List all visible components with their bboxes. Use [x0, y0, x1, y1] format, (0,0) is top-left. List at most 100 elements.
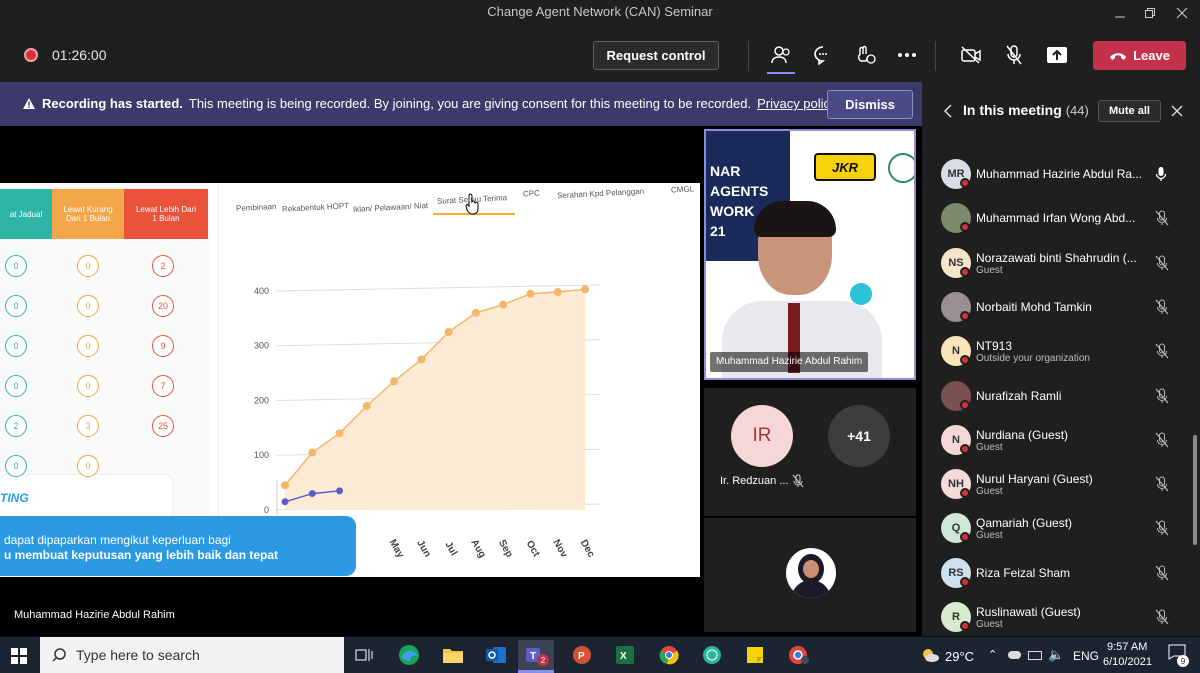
participant-row[interactable]: N NT913 Outside your organization	[922, 329, 1192, 373]
network-icon[interactable]	[1028, 651, 1042, 660]
task-view-icon[interactable]	[346, 640, 382, 670]
volume-icon[interactable]: 🔈	[1048, 647, 1064, 663]
mic-off-icon[interactable]	[1155, 210, 1169, 226]
participant-row[interactable]: Q Qamariah (Guest) Guest	[922, 506, 1192, 550]
table-value: 3	[77, 415, 99, 437]
presence-status-icon	[960, 621, 970, 631]
participant-name: Qamariah (Guest)	[976, 516, 1073, 531]
data-point	[581, 285, 589, 294]
more-participants-button[interactable]: +41	[828, 405, 890, 467]
excel-icon[interactable]: X	[607, 640, 643, 670]
banner-bold: Recording has started.	[42, 96, 183, 111]
table-value: 2	[5, 415, 27, 437]
participant-row[interactable]: NS Norazawati binti Shahrudin (... Guest	[922, 241, 1192, 285]
temperature[interactable]: 29°C	[945, 649, 974, 664]
participant-row[interactable]: RS Riza Feizal Sham	[922, 551, 1192, 595]
cloud-icon[interactable]	[1008, 651, 1021, 659]
x-tick-label: Jun	[414, 538, 432, 559]
participant-row[interactable]: Nurafizah Ramli	[922, 374, 1192, 418]
grid-line	[276, 284, 601, 292]
powerpoint-icon[interactable]: P	[564, 640, 600, 670]
participant-name: Norbaiti Mohd Tamkin	[976, 299, 1092, 314]
ir-avatar[interactable]: IR	[731, 405, 793, 467]
mic-off-icon[interactable]	[1155, 609, 1169, 625]
app-globe-icon[interactable]	[694, 640, 730, 670]
data-point	[444, 328, 453, 337]
weather-icon[interactable]	[920, 646, 940, 664]
chat-icon[interactable]	[809, 42, 837, 68]
presenter-video-tile[interactable]: NAR AGENTS WORK 21 JKR	[704, 129, 916, 380]
teams-icon[interactable]: T	[518, 640, 554, 670]
mic-off-icon[interactable]	[1000, 42, 1028, 68]
leave-button[interactable]: Leave	[1093, 41, 1186, 70]
mic-off-icon[interactable]	[1155, 520, 1169, 536]
data-point	[390, 377, 399, 386]
x-tick-label: Nov	[550, 538, 569, 560]
share-screen-icon[interactable]	[1043, 42, 1071, 68]
participant-role: Guest	[976, 441, 1003, 453]
more-options-icon[interactable]	[893, 42, 921, 68]
chart-tab[interactable]: CPC	[523, 189, 540, 199]
tray-chevron-icon[interactable]: ⌃	[988, 648, 997, 661]
mic-off-icon[interactable]	[1155, 432, 1169, 448]
participant-name: Muhammad Hazirie Abdul Ra...	[976, 167, 1143, 181]
participant-row[interactable]: Norbaiti Mohd Tamkin	[922, 285, 1192, 329]
participant-role: Guest	[976, 619, 1003, 630]
participant-count: (44)	[1065, 103, 1089, 118]
panel-scrollbar[interactable]	[1193, 435, 1197, 545]
table-value: 0	[77, 375, 99, 397]
chrome-icon[interactable]	[651, 640, 687, 670]
outlook-icon[interactable]	[478, 640, 514, 670]
sticky-notes-icon[interactable]	[737, 640, 773, 670]
mic-off-icon[interactable]	[1155, 299, 1169, 315]
reactions-icon[interactable]	[851, 42, 879, 68]
participant-name: Muhammad Irfan Wong Abd...	[976, 211, 1136, 226]
file-explorer-icon[interactable]	[435, 640, 471, 670]
language-indicator[interactable]: ENG	[1073, 649, 1099, 663]
chart-tab[interactable]: CMGL	[671, 184, 695, 194]
request-control-button[interactable]: Request control	[593, 41, 719, 70]
participant-row[interactable]: N Nurdiana (Guest) Guest	[922, 418, 1192, 462]
meeting-toolbar: 01:26:00 Request control Leave	[0, 28, 1200, 82]
chrome-profile-icon[interactable]	[781, 640, 817, 670]
mic-off-icon[interactable]	[1155, 255, 1169, 271]
mute-all-button[interactable]: Mute all	[1098, 100, 1161, 122]
participant-row[interactable]: R Ruslinawati (Guest) Guest	[922, 595, 1192, 639]
clock-time[interactable]: 9:57 AM	[1107, 641, 1147, 653]
self-avatar	[786, 548, 836, 598]
camera-off-icon[interactable]	[957, 42, 985, 68]
clock-date[interactable]: 6/10/2021	[1103, 656, 1152, 668]
mic-off-icon[interactable]	[1155, 565, 1169, 581]
banner-text: Recording has started. This meeting is b…	[22, 96, 837, 111]
svg-text:P: P	[578, 651, 585, 662]
windows-start-icon[interactable]	[11, 648, 27, 664]
table-value: 2	[152, 255, 174, 277]
table-value: 9	[152, 335, 174, 357]
people-icon[interactable]	[767, 42, 795, 68]
participant-name: Nurafizah Ramli	[976, 388, 1062, 403]
table-value: 0	[77, 295, 99, 317]
presence-status-icon	[960, 222, 970, 233]
dismiss-button[interactable]: Dismiss	[827, 90, 913, 119]
x-tick-label: Oct	[524, 539, 542, 560]
privacy-policy-link[interactable]: Privacy policy	[757, 96, 836, 111]
chevron-left-icon[interactable]	[943, 104, 953, 118]
self-body	[791, 580, 831, 598]
mic-off-icon[interactable]	[1155, 476, 1169, 492]
data-point	[526, 289, 535, 298]
participant-row[interactable]: MR Muhammad Hazirie Abdul Ra...	[922, 152, 1192, 196]
mic-off-icon[interactable]	[1155, 388, 1169, 404]
participant-row[interactable]: NH Nurul Haryani (Guest) Guest	[922, 462, 1192, 506]
presence-status-icon	[960, 443, 970, 454]
mic-off-icon[interactable]	[1155, 343, 1169, 359]
taskbar-search[interactable]: Type here to search	[40, 637, 344, 673]
table-value: 0	[77, 335, 99, 357]
presence-status-icon	[960, 266, 970, 277]
participant-row[interactable]: Muhammad Irfan Wong Abd...	[922, 196, 1192, 240]
mic-on-icon[interactable]	[1155, 166, 1167, 182]
close-window-button[interactable]	[1162, 0, 1200, 26]
close-panel-icon[interactable]	[1171, 105, 1183, 117]
data-point	[417, 355, 426, 364]
edge-icon[interactable]	[391, 640, 427, 670]
presence-status-icon	[960, 355, 970, 366]
